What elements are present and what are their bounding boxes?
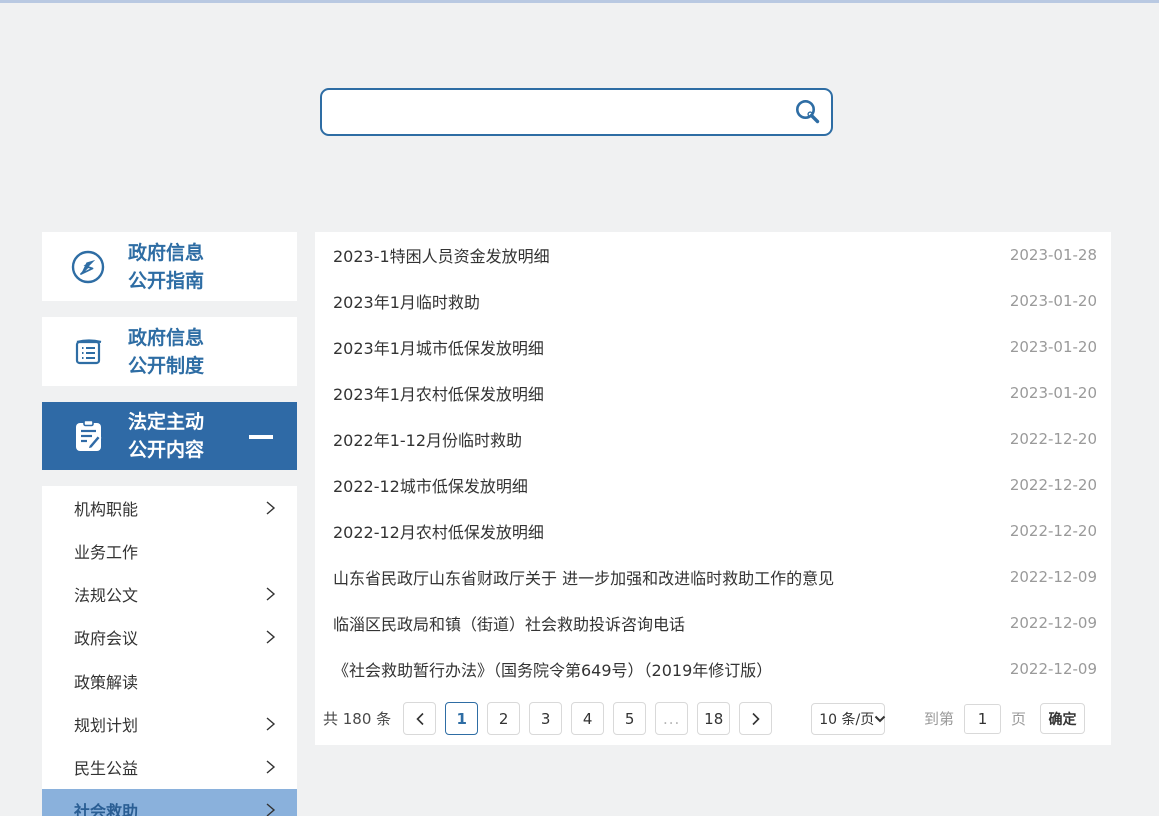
goto-prefix-label: 到第	[924, 708, 954, 729]
sidebar-item-1[interactable]: 业务工作	[42, 529, 297, 572]
main-panel: 2023-1特困人员资金发放明细 2023-01-28 2023年1月临时救助 …	[315, 232, 1111, 745]
article-title: 2022年1-12月份临时救助	[333, 427, 990, 451]
sidebar-item-4[interactable]: 政策解读	[42, 659, 297, 702]
sidebar-item-0[interactable]: 机构职能	[42, 486, 297, 529]
sidebar-menu-item-label: 规划计划	[74, 712, 265, 736]
sidebar-block-guide-label: 政府信息 公开指南	[128, 239, 204, 295]
goto-page-group: 到第 页 确定	[924, 703, 1085, 734]
chevron-right-icon	[265, 760, 277, 774]
confirm-button[interactable]: 确定	[1040, 703, 1085, 734]
chevron-right-icon	[265, 501, 277, 515]
page-number-button[interactable]: 3	[529, 702, 562, 735]
article-date: 2022-12-20	[1010, 522, 1097, 540]
sidebar-item-2[interactable]: 法规公文	[42, 573, 297, 616]
article-title: 《社会救助暂行办法》（国务院令第649号）（2019年修订版）	[333, 657, 990, 681]
page-number-button[interactable]: 5	[613, 702, 646, 735]
sidebar-item-5[interactable]: 规划计划	[42, 702, 297, 745]
sidebar-block-guide[interactable]: 政府信息 公开指南	[42, 232, 297, 301]
page-ellipsis-button[interactable]: ...	[655, 702, 688, 735]
article-row[interactable]: 《社会救助暂行办法》（国务院令第649号）（2019年修订版） 2022-12-…	[315, 646, 1111, 692]
sidebar-block-system-label: 政府信息 公开制度	[128, 324, 204, 380]
article-title: 山东省民政厅山东省财政厅关于 进一步加强和改进临时救助工作的意见	[333, 565, 990, 589]
article-row[interactable]: 临淄区民政局和镇（街道）社会救助投诉咨询电话 2022-12-09	[315, 600, 1111, 646]
chevron-right-icon	[751, 712, 761, 726]
sidebar-item-6[interactable]: 民生公益	[42, 746, 297, 789]
article-date: 2022-12-20	[1010, 476, 1097, 494]
sidebar-menu-item-label: 政策解读	[74, 669, 265, 693]
sidebar-item-7[interactable]: 社会救助	[42, 789, 297, 816]
sidebar: 政府信息 公开指南 政府信息 公开制度	[42, 232, 297, 816]
chevron-right-icon	[265, 587, 277, 601]
page-canvas: 政府信息 公开指南 政府信息 公开制度	[0, 0, 1159, 816]
article-title: 2023年1月临时救助	[333, 289, 990, 313]
article-title: 2022-12城市低保发放明细	[333, 473, 990, 497]
pagination-bar: 共 180 条 12345... 18 10 条/页	[315, 692, 1111, 745]
page-size-select[interactable]: 10 条/页	[811, 703, 885, 735]
chevron-left-icon	[415, 712, 425, 726]
prev-page-button[interactable]	[403, 702, 436, 735]
article-row[interactable]: 2023年1月城市低保发放明细 2023-01-20	[315, 324, 1111, 370]
top-accent-line	[0, 0, 1159, 3]
search-icon	[792, 97, 822, 127]
chevron-right-icon	[265, 803, 277, 816]
article-row[interactable]: 2022-12月农村低保发放明细 2022-12-20	[315, 508, 1111, 554]
sidebar-block-legal-disclosure[interactable]: 法定主动 公开内容	[42, 402, 297, 470]
document-icon	[70, 334, 106, 370]
page-size-label: 10 条/页	[819, 709, 874, 729]
article-row[interactable]: 2022年1-12月份临时救助 2022-12-20	[315, 416, 1111, 462]
sidebar-menu-item-label: 社会救助	[74, 798, 265, 816]
article-date: 2022-12-20	[1010, 430, 1097, 448]
sidebar-menu-item-label: 民生公益	[74, 755, 265, 779]
search-button[interactable]	[787, 92, 827, 132]
sidebar-block-system[interactable]: 政府信息 公开制度	[42, 317, 297, 386]
article-title: 2023年1月城市低保发放明细	[333, 335, 990, 359]
sidebar-menu-item-label: 业务工作	[74, 539, 265, 563]
article-row[interactable]: 2022-12城市低保发放明细 2022-12-20	[315, 462, 1111, 508]
page-buttons: 12345... 18	[445, 702, 739, 735]
total-count-label: 共 180 条	[323, 708, 391, 729]
page-number-button[interactable]: 2	[487, 702, 520, 735]
sidebar-menu-item-label: 法规公文	[74, 582, 265, 606]
article-row[interactable]: 山东省民政厅山东省财政厅关于 进一步加强和改进临时救助工作的意见 2022-12…	[315, 554, 1111, 600]
chevron-right-icon	[265, 630, 277, 644]
article-row[interactable]: 2023年1月临时救助 2023-01-20	[315, 278, 1111, 324]
chevron-down-icon	[874, 715, 886, 723]
sidebar-menu-item-label: 政府会议	[74, 625, 265, 649]
minus-icon[interactable]	[249, 435, 273, 439]
search-input[interactable]	[322, 90, 787, 134]
sidebar-menu: 机构职能 业务工作 法规公文 政府会议 政策解读	[42, 486, 297, 816]
article-date: 2022-12-09	[1010, 568, 1097, 586]
compass-icon	[70, 249, 106, 285]
page-number-button[interactable]: 1	[445, 702, 478, 735]
search-box	[320, 88, 833, 136]
article-title: 2023-1特困人员资金发放明细	[333, 243, 990, 267]
next-page-button[interactable]	[739, 702, 772, 735]
sidebar-item-3[interactable]: 政府会议	[42, 616, 297, 659]
page-number-button[interactable]: 18	[697, 702, 730, 735]
sidebar-menu-item-label: 机构职能	[74, 496, 265, 520]
article-row[interactable]: 2023年1月农村低保发放明细 2023-01-20	[315, 370, 1111, 416]
sidebar-block-legal-disclosure-label: 法定主动 公开内容	[128, 408, 204, 464]
article-date: 2022-12-09	[1010, 660, 1097, 678]
article-row[interactable]: 2023-1特困人员资金发放明细 2023-01-28	[315, 232, 1111, 278]
article-date: 2023-01-28	[1010, 246, 1097, 264]
article-title: 2023年1月农村低保发放明细	[333, 381, 990, 405]
goto-suffix-label: 页	[1011, 708, 1026, 729]
clipboard-icon	[70, 418, 106, 454]
chevron-right-icon	[265, 717, 277, 731]
article-list: 2023-1特困人员资金发放明细 2023-01-28 2023年1月临时救助 …	[315, 232, 1111, 692]
article-date: 2022-12-09	[1010, 614, 1097, 632]
page-number-button[interactable]: 4	[571, 702, 604, 735]
article-date: 2023-01-20	[1010, 338, 1097, 356]
article-title: 2022-12月农村低保发放明细	[333, 519, 990, 543]
goto-page-input[interactable]	[964, 704, 1001, 734]
article-date: 2023-01-20	[1010, 384, 1097, 402]
article-date: 2023-01-20	[1010, 292, 1097, 310]
article-title: 临淄区民政局和镇（街道）社会救助投诉咨询电话	[333, 611, 990, 635]
